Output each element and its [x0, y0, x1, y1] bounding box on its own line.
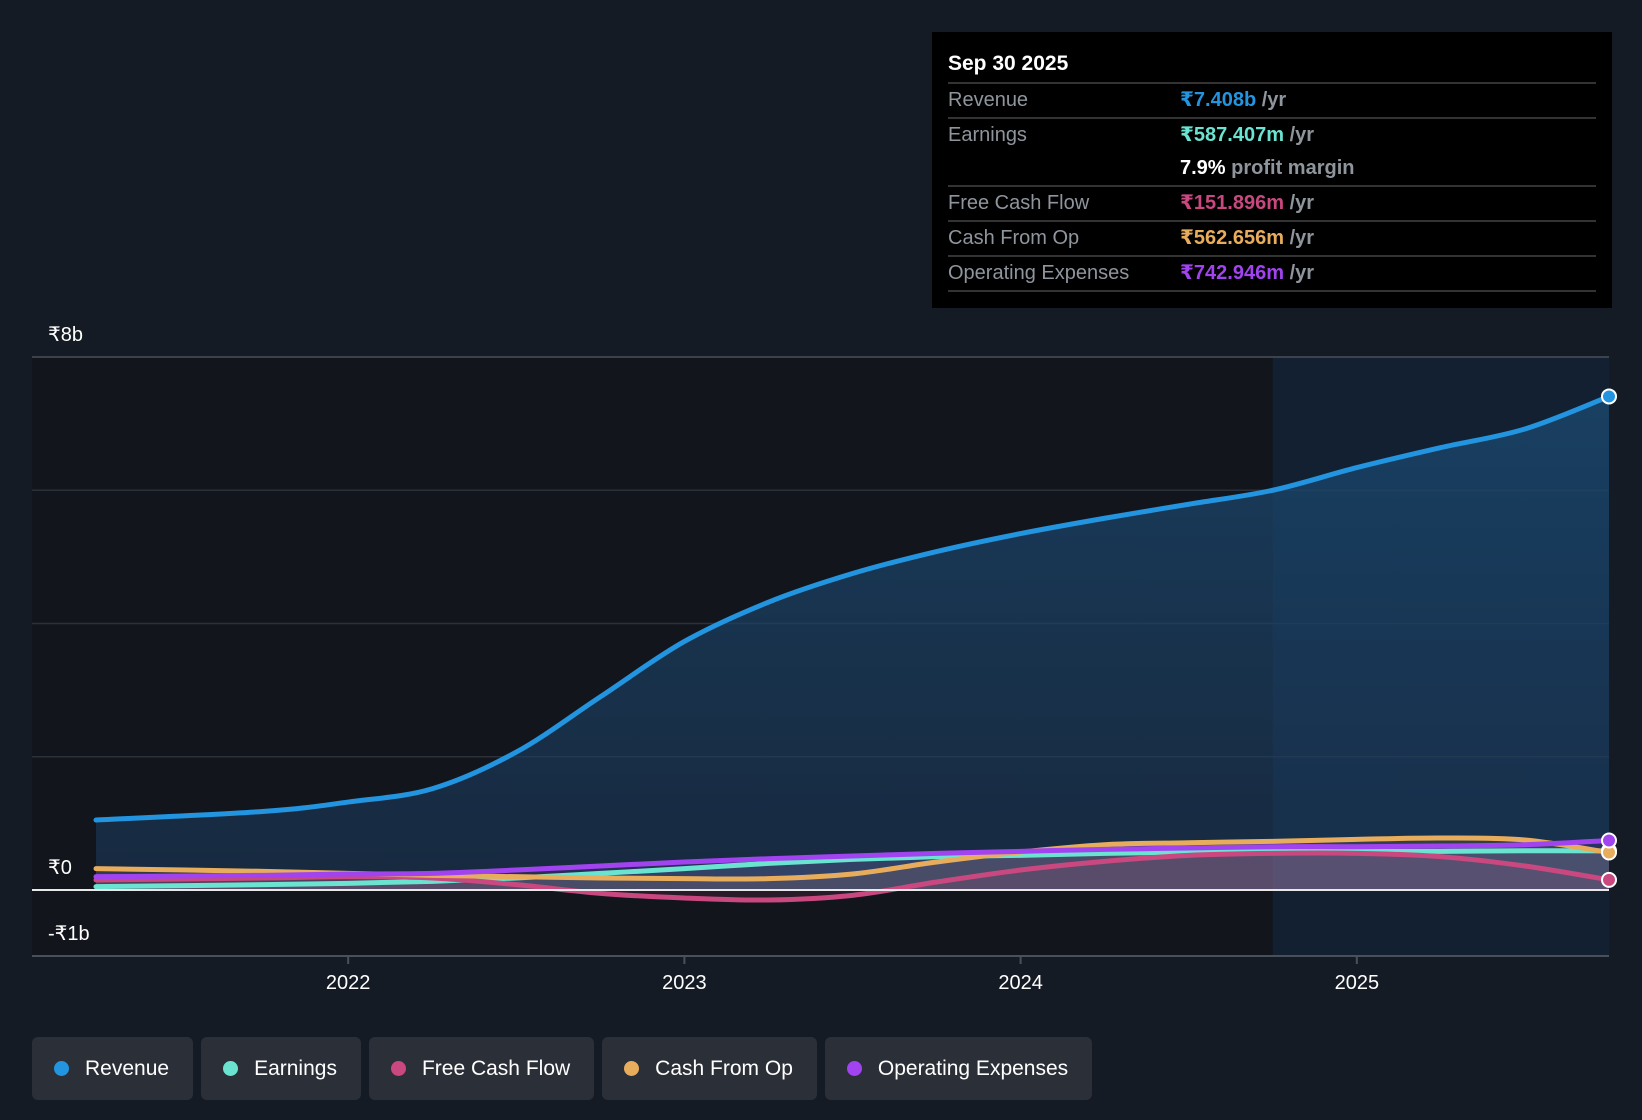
profit-margin-label: profit margin — [1231, 157, 1355, 179]
legend-revenue[interactable]: Revenue — [32, 1037, 194, 1100]
legend-label: Earnings — [254, 1056, 337, 1080]
endpoint-revenue — [1601, 388, 1617, 405]
tooltip-value: ₹151.896m — [1180, 192, 1284, 214]
legend-dot-icon — [624, 1061, 640, 1076]
legend-dot-icon — [223, 1061, 239, 1076]
legend-label: Revenue — [85, 1056, 170, 1080]
tooltip-label: Revenue — [948, 89, 1029, 111]
legend-label: Free Cash Flow — [421, 1056, 571, 1080]
x-tick-label: 2025 — [1335, 972, 1380, 994]
legend-label: Cash From Op — [655, 1056, 793, 1080]
tooltip-label: Earnings — [948, 124, 1027, 146]
legend-dot-icon — [54, 1061, 69, 1076]
tooltip-date: Sep 30 2025 — [948, 46, 1596, 84]
legend-cash-from-op[interactable]: Cash From Op — [602, 1037, 817, 1100]
tooltip: Sep 30 2025 Revenue ₹7.408b /yr Earnings… — [932, 32, 1612, 308]
tooltip-value: ₹7.408b — [1180, 89, 1257, 111]
legend-dot-icon — [390, 1061, 406, 1076]
y-tick-label: ₹0 — [48, 857, 72, 879]
x-tick-label: 2022 — [326, 972, 371, 994]
endpoint-operating-expenses — [1601, 832, 1617, 849]
y-tick-label: ₹8b — [48, 324, 83, 346]
y-tick-label: -₹1b — [48, 923, 90, 945]
legend-earnings[interactable]: Earnings — [201, 1037, 361, 1100]
tooltip-unit: /yr — [1289, 227, 1315, 249]
legend-operating-expenses[interactable]: Operating Expenses — [824, 1037, 1093, 1100]
legend: Revenue Earnings Free Cash Flow Cash Fro… — [32, 1037, 1093, 1100]
x-tick-label: 2024 — [998, 972, 1043, 994]
tooltip-unit: /yr — [1289, 124, 1315, 146]
tooltip-label: Cash From Op — [948, 227, 1080, 249]
legend-dot-icon — [846, 1061, 862, 1076]
legend-free-cash-flow[interactable]: Free Cash Flow — [368, 1037, 595, 1100]
profit-margin-value: 7.9% — [1180, 157, 1226, 179]
tooltip-unit: /yr — [1261, 89, 1287, 111]
endpoint-free-cash-flow — [1601, 871, 1617, 888]
tooltip-value: ₹742.946m — [1180, 262, 1284, 284]
tooltip-row-opex: Operating Expenses ₹742.946m /yr — [948, 257, 1596, 292]
tooltip-unit: /yr — [1289, 192, 1315, 214]
tooltip-row-cfo: Cash From Op ₹562.656m /yr — [948, 222, 1596, 257]
tooltip-row-revenue: Revenue ₹7.408b /yr — [948, 84, 1596, 119]
tooltip-label: Free Cash Flow — [948, 192, 1090, 214]
tooltip-unit: /yr — [1289, 262, 1315, 284]
tooltip-label: Operating Expenses — [948, 262, 1130, 284]
tooltip-row-fcf: Free Cash Flow ₹151.896m /yr — [948, 187, 1596, 222]
x-tick-label: 2023 — [662, 972, 707, 994]
tooltip-value: ₹562.656m — [1180, 227, 1284, 249]
tooltip-value: ₹587.407m — [1180, 124, 1284, 146]
tooltip-row-earnings: Earnings ₹587.407m /yr 7.9% profit margi… — [948, 119, 1596, 187]
legend-label: Operating Expenses — [877, 1056, 1069, 1080]
